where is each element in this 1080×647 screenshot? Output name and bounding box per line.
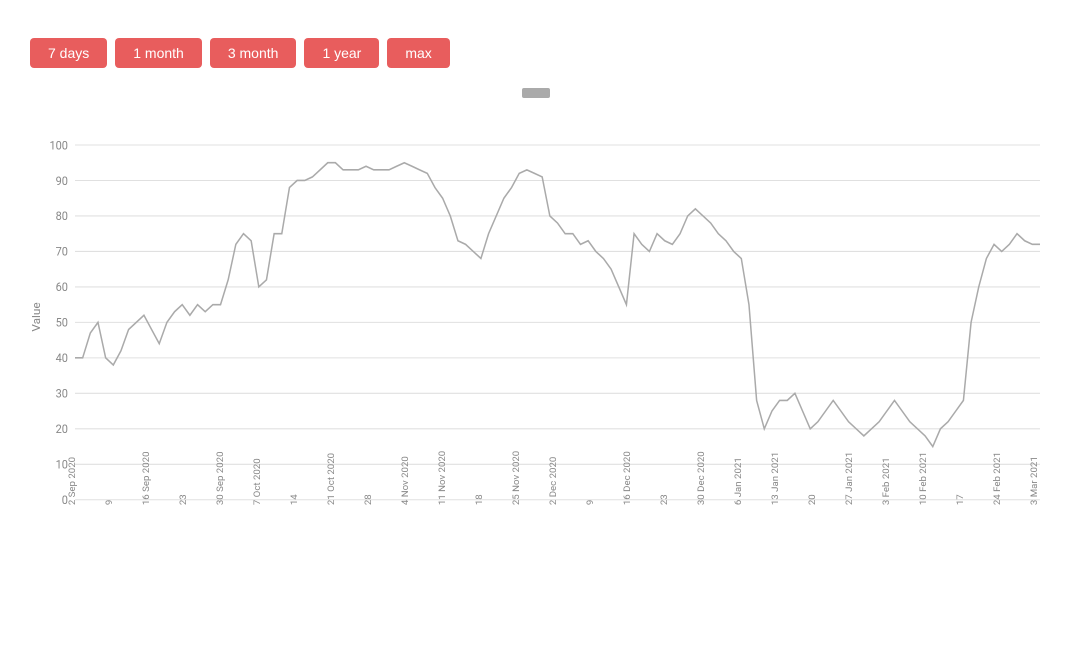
svg-text:21 Oct 2020: 21 Oct 2020 (326, 453, 337, 505)
svg-text:70: 70 (56, 244, 68, 258)
time-range-buttons: 7 days 1 month 3 month 1 year max (30, 38, 1050, 68)
svg-text:3 Feb 2021: 3 Feb 2021 (881, 457, 892, 505)
svg-text:13 Jan 2021: 13 Jan 2021 (770, 452, 781, 505)
main-chart: 0 10 20 30 40 50 60 70 80 90 100 Value 2… (30, 102, 1050, 532)
svg-text:10 Feb 2021: 10 Feb 2021 (918, 452, 929, 505)
svg-text:20: 20 (56, 422, 68, 436)
svg-text:23: 23 (178, 494, 189, 505)
svg-text:25 Nov 2020: 25 Nov 2020 (511, 451, 522, 505)
svg-text:7 Oct 2020: 7 Oct 2020 (252, 458, 263, 505)
svg-text:9: 9 (104, 500, 115, 505)
chart-legend (30, 88, 1050, 98)
svg-text:9: 9 (585, 500, 596, 505)
svg-text:23: 23 (659, 494, 670, 505)
svg-text:30 Dec 2020: 30 Dec 2020 (696, 451, 707, 505)
legend-swatch (522, 88, 550, 98)
btn-7days[interactable]: 7 days (30, 38, 107, 68)
svg-text:24 Feb 2021: 24 Feb 2021 (992, 452, 1003, 505)
svg-text:50: 50 (56, 315, 68, 329)
svg-text:60: 60 (56, 280, 68, 294)
svg-text:40: 40 (56, 351, 68, 365)
svg-text:18: 18 (474, 494, 485, 505)
svg-text:11 Nov 2020: 11 Nov 2020 (437, 451, 448, 505)
svg-text:17: 17 (955, 494, 966, 505)
chart-line (75, 163, 1040, 447)
svg-text:30: 30 (56, 386, 68, 400)
svg-text:6 Jan 2021: 6 Jan 2021 (733, 457, 744, 505)
svg-text:80: 80 (56, 209, 68, 223)
svg-text:2 Dec 2020: 2 Dec 2020 (548, 457, 559, 505)
svg-text:28: 28 (363, 494, 374, 505)
btn-1year[interactable]: 1 year (304, 38, 379, 68)
svg-text:30 Sep 2020: 30 Sep 2020 (215, 451, 226, 505)
svg-text:27 Jan 2021: 27 Jan 2021 (844, 452, 855, 505)
svg-text:16 Dec 2020: 16 Dec 2020 (622, 451, 633, 505)
svg-text:16 Sep 2020: 16 Sep 2020 (141, 451, 152, 505)
svg-text:20: 20 (807, 494, 818, 505)
btn-3month[interactable]: 3 month (210, 38, 297, 68)
svg-text:14: 14 (289, 493, 300, 505)
chart-container: 0 10 20 30 40 50 60 70 80 90 100 Value 2… (30, 102, 1050, 532)
btn-1month[interactable]: 1 month (115, 38, 202, 68)
svg-text:90: 90 (56, 173, 68, 187)
btn-max[interactable]: max (387, 38, 449, 68)
svg-text:100: 100 (49, 138, 68, 152)
svg-text:10: 10 (56, 457, 68, 471)
svg-text:2 Sep 2020: 2 Sep 2020 (67, 457, 78, 505)
svg-text:3 Mar 2021: 3 Mar 2021 (1029, 456, 1040, 505)
svg-text:4 Nov 2020: 4 Nov 2020 (400, 456, 411, 505)
svg-text:Value: Value (30, 302, 43, 331)
